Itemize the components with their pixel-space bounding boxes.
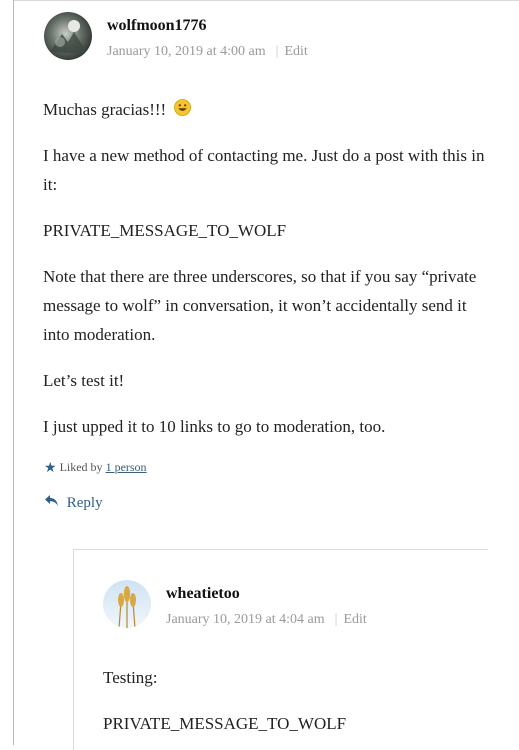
avatar-wheatietoo[interactable] <box>103 580 151 628</box>
comment-author[interactable]: wolfmoon1776 <box>107 17 207 35</box>
reply-icon <box>44 494 59 513</box>
edit-link[interactable]: Edit <box>343 612 366 627</box>
liked-by-label: Liked by <box>59 460 103 474</box>
comment-paragraph: Let’s test it! <box>43 371 125 390</box>
edit-link[interactable]: Edit <box>284 44 307 59</box>
meta-separator: | <box>334 612 338 627</box>
liked-by: ★ Liked by 1 person <box>44 460 147 477</box>
comment-meta: January 10, 2019 at 4:00 am | Edit <box>107 44 308 60</box>
comment-date[interactable]: January 10, 2019 at 4:04 am <box>166 612 325 627</box>
reply-button[interactable]: Reply <box>44 494 103 513</box>
comment-paragraph: PRIVATE_MESSAGE_TO_WOLF <box>103 714 347 733</box>
comment-paragraph: Note that there are three underscores, s… <box>43 267 477 344</box>
paragraph-text: Muchas gracias!!! <box>43 100 167 119</box>
reply-label: Reply <box>66 495 103 511</box>
comment-paragraph: I have a new method of contacting me. Ju… <box>43 146 485 194</box>
comment-paragraph: Testing: <box>103 668 158 687</box>
comment-meta: January 10, 2019 at 4:04 am | Edit <box>166 612 367 628</box>
meta-separator: | <box>275 44 279 59</box>
top-divider <box>13 0 519 1</box>
avatar-wolfmoon[interactable] <box>44 12 92 60</box>
thread-border <box>13 0 14 745</box>
comment-paragraph: PRIVATE_MESSAGE_TO_WOLF <box>43 221 287 240</box>
comment-author[interactable]: wheatietoo <box>166 585 240 603</box>
star-icon: ★ <box>44 461 57 476</box>
smiley-icon <box>174 96 192 125</box>
liked-by-count-link[interactable]: 1 person <box>106 460 147 474</box>
comment-date[interactable]: January 10, 2019 at 4:00 am <box>107 44 266 59</box>
comment-paragraph: Muchas gracias!!! <box>43 95 489 125</box>
comment-paragraph: I just upped it to 10 links to go to mod… <box>43 417 386 436</box>
